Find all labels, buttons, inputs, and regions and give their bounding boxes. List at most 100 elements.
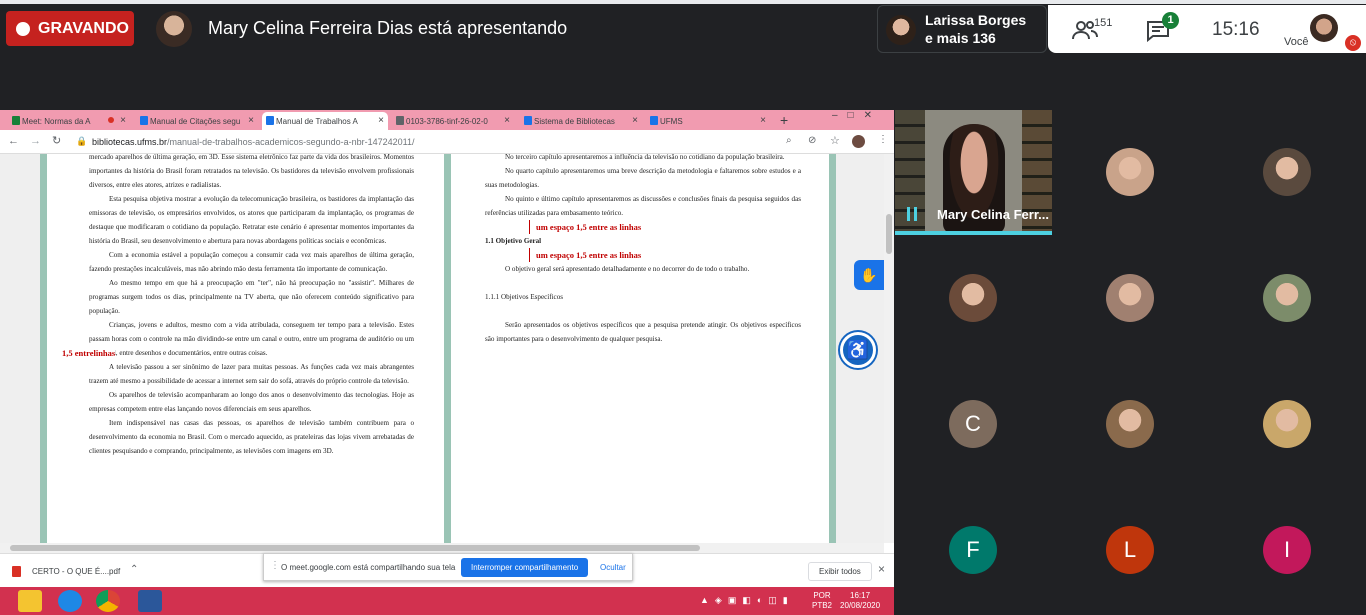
paragraph: Os aparelhos de televisão acompanharam a… — [89, 391, 414, 413]
browser-tab-strip: Meet: Normas da A × Manual de Citações s… — [0, 110, 894, 130]
close-icon[interactable]: × — [248, 115, 254, 126]
self-avatar — [1310, 14, 1338, 42]
recording-badge: GRAVANDO — [6, 11, 134, 46]
star-icon[interactable]: ☆ — [830, 134, 840, 147]
url-path: /manual-de-trabalhos-academicos-segundo-… — [167, 137, 415, 147]
page-tab-icon — [140, 116, 148, 125]
back-icon[interactable]: ← — [8, 135, 19, 147]
speaking-indicator-icon — [907, 207, 917, 221]
participant-preview-more: e mais 136 — [925, 30, 996, 46]
participant-photo-avatar[interactable] — [1106, 400, 1154, 448]
participant-letter-avatar[interactable]: F — [949, 526, 997, 574]
page-tab-icon — [266, 116, 274, 125]
close-icon[interactable]: × — [504, 115, 510, 126]
presenter-tile-name: Mary Celina Ferr... — [937, 207, 1049, 222]
close-icon[interactable]: × — [878, 562, 885, 576]
windows-taskbar: ▲◈▣◧◐◫▮ POR PTB2 16:17 20/08/2020 — [0, 587, 894, 615]
tab-label: UFMS — [660, 116, 683, 126]
show-all-button[interactable]: Exibir todos — [808, 562, 872, 581]
shared-screen: Meet: Normas da A × Manual de Citações s… — [0, 110, 894, 615]
close-icon[interactable]: × — [378, 115, 384, 126]
tab-manual-trabalhos[interactable]: Manual de Trabalhos A × — [262, 112, 388, 130]
language-indicator[interactable]: POR PTB2 — [812, 591, 832, 611]
window-controls[interactable]: –□✕ — [832, 110, 882, 121]
chevron-up-icon[interactable]: ⌃ — [130, 564, 138, 575]
screen-share-notification: ⋮ O meet.google.com está compartilhando … — [263, 553, 633, 581]
participant-photo-avatar[interactable] — [1263, 400, 1311, 448]
hide-button[interactable]: Ocultar — [600, 563, 626, 572]
participant-photo-avatar[interactable] — [1263, 274, 1311, 322]
tab-label: Sistema de Bibliotecas — [534, 116, 615, 126]
participant-photo-avatar[interactable] — [1106, 148, 1154, 196]
active-speaker-border — [895, 231, 1052, 235]
clock-text: 15:16 — [1212, 19, 1260, 40]
participant-letter-avatar[interactable]: I — [1263, 526, 1311, 574]
margin-note: 1,5 entrelinhas — [62, 348, 116, 358]
tab-ufms[interactable]: UFMS × — [646, 112, 770, 130]
vertical-scrollbar[interactable] — [884, 154, 894, 543]
menu-icon[interactable]: ⋮ — [878, 134, 888, 145]
heading: 1.1.1 Objetivos Específicos — [485, 293, 564, 301]
share-message: O meet.google.com está compartilhando su… — [281, 563, 456, 572]
file-explorer-icon[interactable] — [18, 590, 42, 612]
participant-preview[interactable]: Larissa Borges e mais 136 — [877, 5, 1047, 53]
meeting-controls-panel: 151 1 15:16 Você ⦸ — [1048, 5, 1366, 53]
participant-photo-avatar[interactable] — [1263, 148, 1311, 196]
drag-handle-icon[interactable]: ⋮ — [270, 560, 280, 571]
tab-sistema-bibliotecas[interactable]: Sistema de Bibliotecas × — [520, 112, 642, 130]
right-page-text: No terceiro capítulo apresentaremos a in… — [451, 154, 829, 346]
close-icon[interactable]: × — [120, 115, 126, 126]
chat-button[interactable]: 1 — [1144, 12, 1184, 43]
zoom-icon[interactable]: ⌕ — [786, 135, 792, 146]
participant-photo-avatar[interactable] — [1106, 274, 1154, 322]
paragraph: Ao mesmo tempo em que há a preocupação e… — [89, 279, 414, 315]
document-viewer[interactable]: mercado aparelhos de última geração, em … — [0, 154, 884, 543]
participant-letter-avatar[interactable]: L — [1106, 526, 1154, 574]
participant-photo-avatar[interactable] — [949, 274, 997, 322]
page-tab-icon — [524, 116, 532, 125]
language-code: POR — [813, 591, 831, 600]
participant-letter-avatar[interactable]: C — [949, 400, 997, 448]
tab-citacoes[interactable]: Manual de Citações segu × — [136, 112, 258, 130]
pdf-file-icon — [12, 566, 21, 577]
horizontal-scrollbar[interactable] — [0, 543, 884, 553]
internet-explorer-icon[interactable] — [58, 590, 82, 612]
paragraph: Crianças, jovens e adultos, mesmo com a … — [89, 321, 414, 357]
tab-pdf[interactable]: 0103-3786-tinf-26-02-0 × — [392, 112, 514, 130]
hide-icon[interactable]: ⊘ — [808, 135, 816, 146]
stop-sharing-button[interactable]: Interromper compartilhamento — [461, 558, 589, 577]
word-icon[interactable] — [138, 590, 162, 612]
left-page-text: mercado aparelhos de última geração, em … — [47, 154, 446, 458]
reload-icon[interactable]: ↻ — [52, 134, 61, 147]
paragraph: Com a economia estável a população começ… — [89, 251, 414, 273]
people-count: 151 — [1094, 17, 1113, 29]
forward-icon[interactable]: → — [30, 135, 41, 147]
presenter-avatar — [156, 11, 192, 47]
paragraph: O objetivo geral será apresentado detalh… — [505, 265, 750, 273]
tab-meet[interactable]: Meet: Normas da A × — [8, 112, 130, 130]
recording-label: GRAVANDO — [38, 19, 129, 37]
accessibility-icon[interactable]: ♿ — [840, 332, 876, 368]
sign-language-button[interactable]: ✋ — [854, 260, 884, 290]
download-file-name[interactable]: CERTO - O QUE É....pdf — [32, 567, 120, 576]
new-tab-icon[interactable]: + — [780, 112, 788, 128]
url-text[interactable]: bibliotecas.ufms.br/manual-de-trabalhos-… — [92, 137, 415, 147]
chrome-icon[interactable] — [96, 590, 120, 612]
chat-badge: 1 — [1162, 12, 1179, 29]
address-bar[interactable]: ← → ↻ 🔒 bibliotecas.ufms.br/manual-de-tr… — [0, 130, 894, 154]
keyboard-code: PTB2 — [812, 601, 833, 610]
close-icon[interactable]: × — [760, 115, 766, 126]
paragraph: No terceiro capítulo apresentaremos a in… — [505, 154, 785, 161]
people-button[interactable]: 151 — [1070, 15, 1113, 43]
system-tray-icons: ▲◈▣◧◐◫▮ — [700, 595, 794, 605]
paragraph: Serão apresentados os objetivos específi… — [485, 321, 801, 343]
taskbar-clock[interactable]: 16:17 20/08/2020 — [840, 591, 880, 611]
spacing-note-text: um espaço 1,5 entre as linhas — [536, 222, 642, 232]
profile-avatar[interactable] — [852, 135, 865, 148]
tab-label: 0103-3786-tinf-26-02-0 — [406, 116, 488, 126]
presenter-video-tile[interactable]: Mary Celina Ferr... — [895, 110, 1052, 235]
close-icon[interactable]: × — [632, 115, 638, 126]
meet-tab-icon — [12, 116, 20, 125]
paragraph: Esta pesquisa objetiva mostrar a evoluçã… — [89, 195, 414, 245]
self-label: Você — [1284, 36, 1309, 48]
